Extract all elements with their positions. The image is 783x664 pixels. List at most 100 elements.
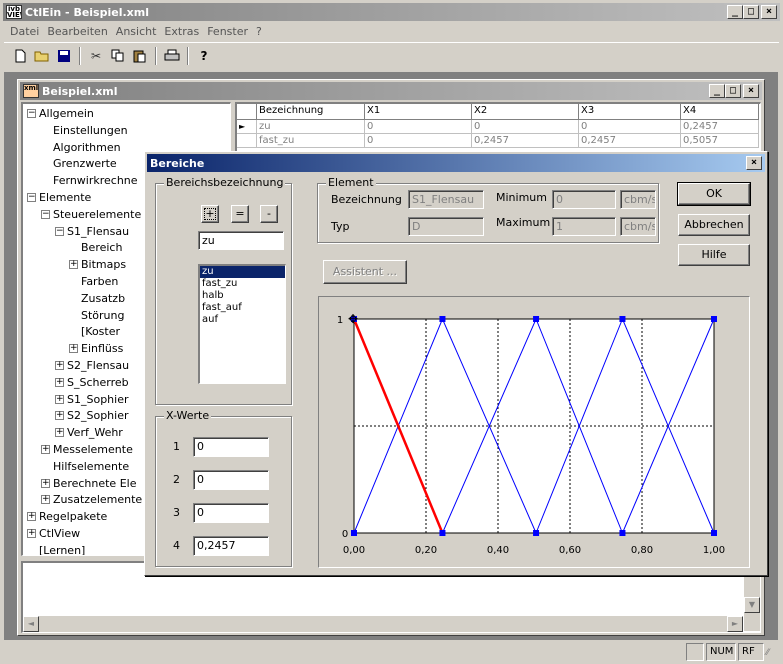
xwert-input-4[interactable]: 0,2457 — [193, 536, 269, 556]
copy-icon[interactable] — [108, 46, 128, 66]
tree-node[interactable]: S2_Flensau — [67, 358, 129, 374]
tree-node[interactable]: Bitmaps — [81, 257, 126, 273]
grid-cell[interactable]: fast_zu — [257, 134, 365, 148]
grid-cell[interactable]: 0,2457 — [681, 120, 759, 134]
tree-node[interactable]: Zusatzelemente — [53, 492, 142, 508]
tree-node[interactable]: [Koster — [81, 324, 120, 340]
range-listbox[interactable]: zu fast_zu halb fast_auf auf — [198, 264, 286, 384]
tree-node[interactable]: [Lernen] — [39, 543, 85, 555]
expand-icon[interactable]: + — [27, 512, 36, 522]
range-list-item[interactable]: halb — [200, 290, 285, 302]
row-indicator-icon[interactable]: ► — [237, 120, 257, 134]
menu-item-1[interactable]: Bearbeiten — [43, 25, 111, 38]
expand-icon[interactable]: + — [41, 478, 50, 488]
range-list-item[interactable]: fast_zu — [200, 278, 285, 290]
tree-node[interactable]: Messelemente — [53, 442, 133, 458]
size-grip-icon[interactable]: ⁄⁄ — [766, 648, 769, 658]
update-range-button[interactable]: = — [231, 205, 249, 223]
grid-cell[interactable]: zu — [257, 120, 365, 134]
help-icon[interactable]: ? — [194, 46, 214, 66]
row-header[interactable] — [237, 134, 257, 148]
new-file-icon[interactable] — [10, 46, 30, 66]
menu-item-4[interactable]: Fenster — [203, 25, 252, 38]
close-button[interactable]: × — [761, 5, 777, 19]
tree-node[interactable]: Berechnete Ele — [53, 476, 136, 492]
grid-header[interactable]: X4 — [681, 104, 759, 120]
collapse-icon[interactable]: − — [55, 226, 64, 236]
doc-maximize-button[interactable]: □ — [725, 84, 741, 98]
tree-node[interactable]: CtlView — [39, 526, 80, 542]
tree-node[interactable]: Steuerelemente — [53, 207, 141, 223]
range-list-item[interactable]: zu — [200, 266, 285, 278]
scroll-right-arrow[interactable]: ► — [727, 616, 743, 632]
grid-header[interactable]: Bezeichnung — [257, 104, 365, 120]
grid-header[interactable]: X1 — [365, 104, 472, 120]
tree-node[interactable]: S2_Sophier — [67, 408, 129, 424]
xwert-input-3[interactable]: 0 — [193, 503, 269, 523]
minimize-button[interactable]: _ — [727, 5, 743, 19]
grid-cell[interactable]: 0 — [472, 120, 579, 134]
tree-node[interactable]: Regelpakete — [39, 509, 107, 525]
tree-node[interactable]: Hilfselemente — [53, 459, 129, 475]
tree-node[interactable]: Zusatzb — [81, 291, 125, 307]
expand-icon[interactable]: + — [55, 394, 64, 404]
cancel-button[interactable]: Abbrechen — [678, 214, 750, 236]
doc-minimize-button[interactable]: _ — [709, 84, 725, 98]
collapse-icon[interactable]: − — [27, 109, 36, 118]
menu-item-2[interactable]: Ansicht — [112, 25, 161, 38]
scroll-down-arrow[interactable]: ▼ — [744, 597, 760, 613]
add-range-button[interactable]: + — [201, 205, 219, 223]
tree-node[interactable]: Allgemein — [39, 106, 94, 122]
collapse-icon[interactable]: − — [41, 209, 50, 219]
expand-icon[interactable]: + — [27, 529, 36, 538]
xwert-input-1[interactable]: 0 — [193, 437, 269, 457]
expand-icon[interactable]: + — [69, 344, 78, 354]
menu-item-5[interactable]: ? — [252, 25, 266, 38]
menu-item-0[interactable]: Datei — [6, 25, 43, 38]
grid-cell[interactable]: 0,5057 — [681, 134, 759, 148]
horizontal-scrollbar[interactable]: ◄ ► — [23, 616, 743, 632]
ok-button[interactable]: OK — [677, 182, 751, 206]
dialog-close-button[interactable]: × — [746, 156, 762, 170]
grid-header[interactable]: X2 — [472, 104, 579, 120]
range-name-input[interactable]: zu — [198, 231, 284, 250]
grid-cell[interactable]: 0,2457 — [472, 134, 579, 148]
expand-icon[interactable]: + — [55, 411, 64, 421]
tree-node[interactable]: Einstellungen — [53, 123, 128, 139]
tree-node[interactable]: S1_Sophier — [67, 392, 129, 408]
tree-node[interactable]: Einflüss — [81, 341, 123, 357]
tree-node[interactable]: Elemente — [39, 190, 91, 206]
range-list-item[interactable]: auf — [200, 314, 285, 326]
tree-node[interactable]: Störung — [81, 308, 124, 324]
paste-icon[interactable] — [130, 46, 150, 66]
remove-range-button[interactable]: - — [260, 205, 278, 223]
maximize-button[interactable]: □ — [743, 5, 759, 19]
tree-node[interactable]: Algorithmen — [53, 140, 121, 156]
collapse-icon[interactable]: − — [27, 193, 36, 202]
print-icon[interactable] — [162, 46, 182, 66]
expand-icon[interactable]: + — [55, 377, 64, 387]
grid-cell[interactable]: 0 — [579, 120, 681, 134]
tree-node[interactable]: Fernwirkrechne — [53, 173, 138, 189]
open-folder-icon[interactable] — [32, 46, 52, 66]
tree-node[interactable]: Verf_Wehr — [67, 425, 123, 441]
tree-node[interactable]: Farben — [81, 274, 118, 290]
expand-icon[interactable]: + — [55, 428, 64, 438]
range-list-item[interactable]: fast_auf — [200, 302, 285, 314]
doc-close-button[interactable]: × — [743, 84, 759, 98]
cut-icon[interactable]: ✂ — [86, 46, 106, 66]
expand-icon[interactable]: + — [41, 495, 50, 505]
menu-item-3[interactable]: Extras — [160, 25, 203, 38]
scroll-left-arrow[interactable]: ◄ — [23, 616, 39, 632]
save-icon[interactable] — [54, 46, 74, 66]
tree-node[interactable]: Grenzwerte — [53, 156, 117, 172]
grid-cell[interactable]: 0 — [365, 120, 472, 134]
expand-icon[interactable]: + — [55, 361, 64, 370]
grid-cell[interactable]: 0,2457 — [579, 134, 681, 148]
membership-chart[interactable]: ✥ 0,00 0,20 0,40 0,60 0,80 1,00 0 1 — [318, 296, 750, 568]
tree-node[interactable]: S1_Flensau — [67, 224, 129, 240]
membership-chart-svg[interactable]: ✥ 0,00 0,20 0,40 0,60 0,80 1,00 0 1 — [319, 297, 749, 567]
grid-cell[interactable]: 0 — [365, 134, 472, 148]
expand-icon[interactable]: + — [41, 445, 50, 454]
expand-icon[interactable]: + — [69, 260, 78, 270]
